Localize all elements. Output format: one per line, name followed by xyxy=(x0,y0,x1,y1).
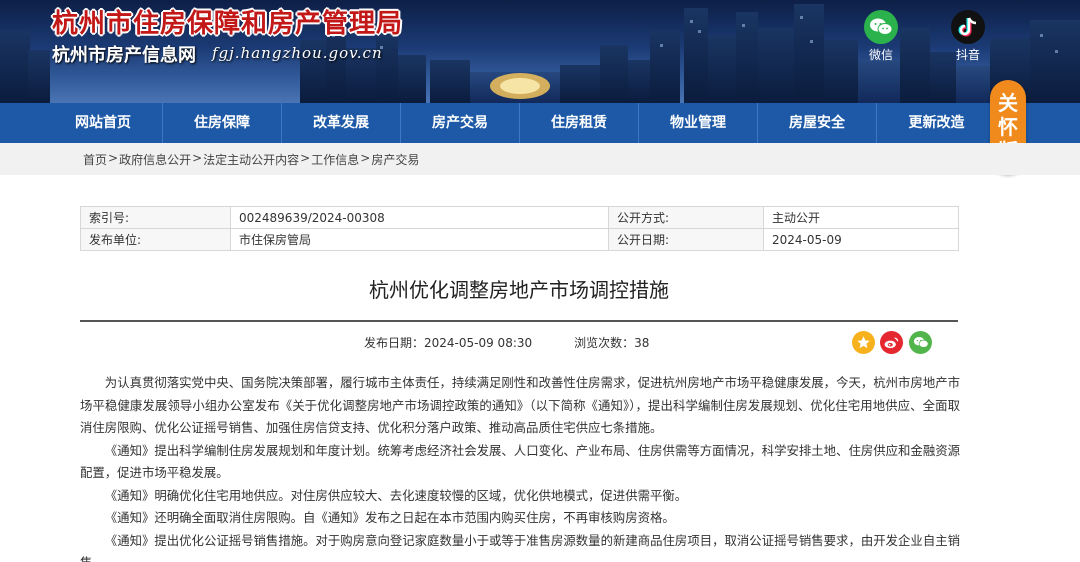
wechat-link[interactable]: 微信 xyxy=(859,10,903,63)
article-paragraph: 《通知》提出优化公证摇号销售措施。对于购房意向登记家庭数量小于或等于准售房源数量… xyxy=(80,532,960,562)
table-row: 发布单位: 市住保房管局 公开日期: 2024-05-09 xyxy=(80,228,959,251)
douyin-label: 抖音 xyxy=(955,48,980,62)
wechat-label: 微信 xyxy=(868,48,893,62)
index-value: 002489639/2024-00308 xyxy=(230,206,609,229)
article-paragraph: 为认真贯彻落实党中央、国务院决策部署，履行城市主体责任，持续满足刚性和改善性住房… xyxy=(80,375,960,435)
breadcrumb-home[interactable]: 首页 xyxy=(83,151,107,168)
unit-label: 发布单位: xyxy=(80,228,231,251)
nav-item-property-trade[interactable]: 房产交易 xyxy=(401,103,520,143)
nav-item-property-mgmt[interactable]: 物业管理 xyxy=(639,103,758,143)
nav-item-rental[interactable]: 住房租赁 xyxy=(520,103,639,143)
document-meta-table: 索引号: 002489639/2024-00308 公开方式: 主动公开 发布单… xyxy=(80,206,959,251)
breadcrumb-statutory[interactable]: 法定主动公开内容 xyxy=(203,151,299,168)
wechat-icon xyxy=(864,10,898,44)
nav-item-building-safety[interactable]: 房屋安全 xyxy=(758,103,877,143)
publish-date: 发布日期：2024-05-09 08:30 xyxy=(364,336,533,350)
article-title: 杭州优化调整房地产市场调控措施 xyxy=(369,278,669,302)
breadcrumb-property-trade[interactable]: 房产交易 xyxy=(371,151,419,168)
method-value: 主动公开 xyxy=(763,206,959,229)
table-row: 索引号: 002489639/2024-00308 公开方式: 主动公开 xyxy=(80,206,959,229)
article-paragraph: 《通知》还明确全面取消住房限购。自《通知》发布之日起在本市范围内购买住房，不再审… xyxy=(104,510,675,525)
share-weibo-button[interactable] xyxy=(880,331,903,354)
star-icon xyxy=(857,336,870,349)
breadcrumb-gov-info[interactable]: 政府信息公开 xyxy=(119,151,191,168)
nav-item-reform[interactable]: 改革发展 xyxy=(282,103,401,143)
article-paragraph: 《通知》明确优化住宅用地供应。对住房供应较大、去化速度较慢的区域，优化供地模式，… xyxy=(104,487,688,503)
breadcrumb-bar: 首页 > 政府信息公开 > 法定主动公开内容 > 工作信息 > 房产交易 xyxy=(0,143,1080,175)
site-title: 杭州市住房保障和房产管理局 xyxy=(52,9,404,39)
method-label: 公开方式: xyxy=(608,206,764,229)
care-char: 关 xyxy=(998,91,1018,115)
index-label: 索引号: xyxy=(80,206,231,229)
douyin-icon xyxy=(951,10,985,44)
breadcrumb-separator: > xyxy=(360,151,371,165)
breadcrumb-separator: > xyxy=(192,151,203,165)
breadcrumb-separator: > xyxy=(108,151,119,165)
date-value: 2024-05-09 xyxy=(763,228,959,251)
site-url: fgj.hangzhou.gov.cn xyxy=(212,44,383,62)
unit-value: 市住保房管局 xyxy=(230,228,609,251)
nav-item-home[interactable]: 网站首页 xyxy=(44,103,163,143)
article-paragraph: 《通知》提出科学编制住房发展规划和年度计划。统筹考虑经济社会发展、人口变化、产业… xyxy=(80,442,960,481)
nav-item-housing-security[interactable]: 住房保障 xyxy=(163,103,282,143)
nav-item-renewal[interactable]: 更新改造 xyxy=(877,103,996,143)
breadcrumb-work-info[interactable]: 工作信息 xyxy=(311,151,359,168)
title-divider xyxy=(80,320,958,322)
share-wechat-button[interactable] xyxy=(909,331,932,354)
douyin-link[interactable]: 抖音 xyxy=(946,10,990,63)
publish-info: 发布日期：2024-05-09 08:30 浏览次数：38 xyxy=(364,334,649,351)
breadcrumb-separator: > xyxy=(300,151,311,165)
view-count: 浏览次数：38 xyxy=(574,336,650,350)
wechat-icon xyxy=(913,336,928,348)
breadcrumb: 首页 > 政府信息公开 > 法定主动公开内容 > 工作信息 > 房产交易 xyxy=(83,151,419,168)
date-label: 公开日期: xyxy=(608,228,764,251)
care-char: 怀 xyxy=(998,115,1018,139)
share-star-button[interactable] xyxy=(852,331,875,354)
site-subtitle: 杭州市房产信息网 xyxy=(52,45,196,66)
main-nav: 网站首页 住房保障 改革发展 房产交易 住房租赁 物业管理 房屋安全 更新改造 xyxy=(0,103,1080,143)
article-body: 为认真贯彻落实党中央、国务院决策部署，履行城市主体责任，持续满足刚性和改善性住房… xyxy=(80,372,960,562)
header-banner: 杭州市住房保障和房产管理局 杭州市房产信息网 fgj.hangzhou.gov.… xyxy=(0,0,1080,103)
weibo-icon xyxy=(884,337,899,349)
